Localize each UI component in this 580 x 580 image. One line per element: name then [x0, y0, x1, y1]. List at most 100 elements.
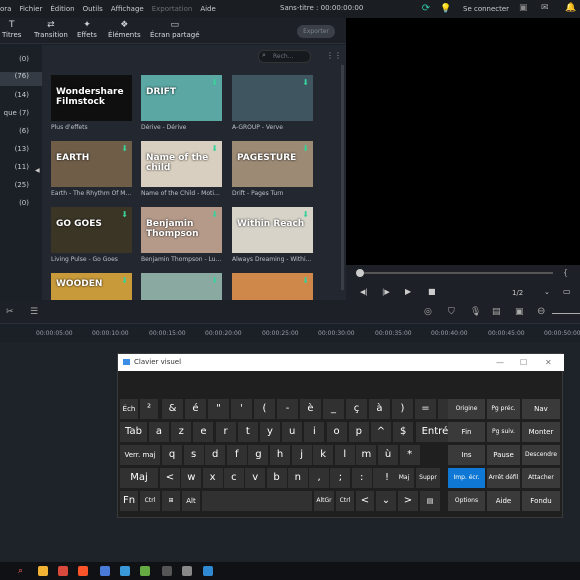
download-icon[interactable]: ⬇: [121, 144, 128, 153]
key[interactable]: b: [266, 468, 287, 488]
key-space[interactable]: [202, 491, 312, 511]
play-icon[interactable]: ▶: [405, 287, 411, 296]
download-icon[interactable]: ⬇: [302, 144, 309, 153]
download-icon[interactable]: ⬇: [211, 210, 218, 219]
key[interactable]: ,: [309, 468, 330, 488]
key[interactable]: r: [215, 422, 236, 442]
nav-key[interactable]: Aide: [487, 491, 520, 511]
download-icon[interactable]: ⬇: [302, 276, 309, 285]
key[interactable]: *: [399, 445, 420, 465]
search-icon[interactable]: ⌕: [18, 566, 28, 576]
menu-export[interactable]: Exportation: [152, 5, 193, 13]
key[interactable]: p: [348, 422, 369, 442]
sidebar-item[interactable]: (0): [0, 55, 42, 69]
sign-in-link[interactable]: Se connecter: [463, 5, 509, 13]
render-icon[interactable]: ◎: [424, 307, 432, 317]
app-icon[interactable]: [182, 566, 192, 576]
bracket-icon[interactable]: {: [563, 268, 568, 277]
download-icon[interactable]: ⬇: [121, 276, 128, 285]
nav-key[interactable]: Imp. écr.: [448, 468, 485, 488]
download-icon[interactable]: ⬇: [121, 210, 128, 219]
close-icon[interactable]: ✕: [545, 354, 552, 371]
nav-key[interactable]: Pg suiv.: [487, 422, 520, 442]
nav-key[interactable]: Pg préc.: [487, 399, 520, 419]
media-thumbnail[interactable]: ⬇: [232, 273, 313, 300]
menu-edit[interactable]: Édition: [50, 5, 74, 13]
lightbulb-icon[interactable]: 💡: [440, 3, 452, 15]
key[interactable]: ù: [378, 445, 398, 465]
key-alt[interactable]: Alt: [182, 491, 200, 511]
key[interactable]: ): [392, 399, 413, 419]
key[interactable]: ²: [140, 399, 158, 419]
sidebar-item[interactable]: (25): [0, 181, 42, 195]
nav-key[interactable]: Descendre: [522, 445, 560, 465]
media-thumbnail[interactable]: ⬇: [141, 273, 222, 300]
sidebar-item[interactable]: (6): [0, 127, 42, 141]
key-fn[interactable]: Fn: [120, 491, 138, 511]
media-thumbnail[interactable]: Benjamin Thompson ⬇: [141, 207, 222, 253]
key-delete[interactable]: Suppr: [416, 468, 440, 488]
zoom-slider[interactable]: [552, 313, 580, 314]
key-escape[interactable]: Éch: [120, 399, 138, 419]
tab-elements[interactable]: ❖ Éléments: [108, 20, 141, 39]
menu-help[interactable]: Aide: [200, 5, 215, 13]
key[interactable]: y: [260, 422, 280, 442]
key-tab[interactable]: Tab: [120, 422, 147, 442]
key-down-arrow[interactable]: ⌄: [376, 491, 396, 511]
key-shift[interactable]: Maj: [120, 468, 158, 488]
download-icon[interactable]: ⬇: [211, 144, 218, 153]
nav-key[interactable]: Fondu: [522, 491, 560, 511]
key[interactable]: z: [171, 422, 192, 442]
key[interactable]: ;: [330, 468, 351, 488]
app-icon[interactable]: [120, 566, 130, 576]
media-thumbnail[interactable]: WOODEN ⬇: [51, 273, 132, 300]
key-left-arrow[interactable]: <: [356, 491, 374, 511]
app-icon[interactable]: [140, 566, 150, 576]
nav-key[interactable]: Attacher: [522, 468, 560, 488]
key[interactable]: i: [304, 422, 325, 442]
nav-key[interactable]: Pause: [487, 445, 520, 465]
sidebar-item[interactable]: que (7): [0, 109, 42, 123]
screen-icon[interactable]: ▭: [563, 287, 571, 296]
key-right-arrow[interactable]: >: [398, 491, 418, 511]
maximize-icon[interactable]: ☐: [520, 354, 527, 371]
sync-icon[interactable]: ⟳: [420, 3, 432, 15]
key[interactable]: :: [351, 468, 372, 488]
key-ctrl[interactable]: Ctrl: [140, 491, 160, 511]
key[interactable]: j: [291, 445, 312, 465]
sidebar-item[interactable]: (14): [0, 91, 42, 105]
export-button[interactable]: Exporter: [297, 25, 335, 38]
key[interactable]: ç: [346, 399, 367, 419]
key[interactable]: v: [245, 468, 266, 488]
media-thumbnail[interactable]: Within Reach ⬇: [232, 207, 313, 253]
tab-titles[interactable]: T Titres: [2, 20, 21, 39]
nav-key[interactable]: Arrêt défil: [487, 468, 520, 488]
download-icon[interactable]: ⬇: [211, 276, 218, 285]
snapshot-icon[interactable]: ▣: [515, 307, 524, 317]
key[interactable]: e: [193, 422, 214, 442]
key[interactable]: é: [185, 399, 206, 419]
keyboard-taskbar-icon[interactable]: [203, 566, 213, 576]
key[interactable]: f: [226, 445, 247, 465]
key[interactable]: ': [231, 399, 252, 419]
key[interactable]: n: [287, 468, 308, 488]
scrollbar[interactable]: [341, 65, 344, 290]
sidebar-item-selected[interactable]: (76): [0, 72, 42, 86]
nav-key[interactable]: Monter: [522, 422, 560, 442]
save-icon[interactable]: ▣: [519, 3, 528, 13]
grid-icon[interactable]: ⋮⋮: [326, 51, 342, 60]
key[interactable]: q: [162, 445, 182, 465]
folder-icon[interactable]: [38, 566, 48, 576]
media-thumbnail[interactable]: PAGESTURE ⬇: [232, 141, 313, 187]
nav-key[interactable]: Nav: [522, 399, 560, 419]
menu-tools[interactable]: Outils: [83, 5, 103, 13]
nav-key[interactable]: Options: [448, 491, 485, 511]
scrubber-handle[interactable]: [356, 269, 364, 277]
key[interactable]: è: [300, 399, 321, 419]
key[interactable]: =: [415, 399, 436, 419]
preview-scrubber[interactable]: [357, 272, 553, 274]
key[interactable]: k: [313, 445, 334, 465]
bell-icon[interactable]: 🔔: [565, 3, 576, 13]
sidebar-item[interactable]: (13): [0, 145, 42, 159]
key[interactable]: s: [183, 445, 204, 465]
